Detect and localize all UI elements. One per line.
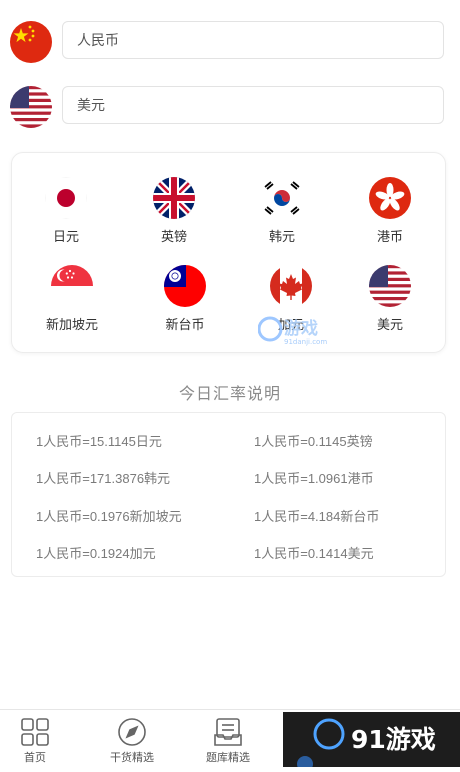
china-flag-icon[interactable] [10, 21, 52, 63]
tab-home[interactable]: 首页 [0, 710, 75, 765]
currency-taiwan[interactable]: 新台币 [145, 265, 225, 333]
rate-item: 1人民币=0.1414美元 [254, 546, 374, 561]
tab-label: 首页 [24, 752, 46, 764]
currency-label: 新台币 [165, 317, 205, 332]
japan-flag-icon [45, 177, 87, 219]
svg-text:游戏: 游戏 [284, 318, 318, 339]
from-currency-row[interactable]: 人民币 [10, 21, 446, 63]
compass-icon [117, 717, 147, 747]
currency-label: 新加坡元 [45, 317, 98, 332]
rates-title: 今日汇率说明 [178, 386, 281, 403]
usa-flag-icon [369, 265, 411, 307]
tab-label: 干货精选 [110, 752, 154, 764]
singapore-flag-icon [51, 265, 93, 307]
currency-hongkong[interactable]: 港币 [350, 177, 430, 245]
to-currency-field[interactable]: 美元 [62, 86, 444, 124]
currency-label: 日元 [52, 229, 79, 244]
inbox-icon [213, 717, 243, 747]
watermark-brand: 91游戏 [351, 725, 436, 754]
svg-text:91danji.com: 91danji.com [284, 338, 327, 346]
currency-label: 韩元 [268, 229, 295, 244]
tab-label: 题库精选 [206, 752, 250, 764]
to-currency-row[interactable]: 美元 [10, 86, 446, 128]
rate-item: 1人民币=0.1145英镑 [254, 434, 373, 449]
currency-uk[interactable]: 英镑 [134, 177, 214, 245]
canada-flag-icon [270, 265, 312, 307]
currency-singapore[interactable]: 新加坡元 [32, 265, 112, 333]
hongkong-flag-icon [369, 177, 411, 219]
watermark-banner: 91游戏 [283, 712, 460, 772]
korea-flag-icon [261, 177, 303, 219]
usa-flag-icon[interactable] [10, 86, 52, 128]
rate-item: 1人民币=0.1976新加坡元 [36, 509, 182, 524]
rate-item: 1人民币=171.3876韩元 [36, 471, 171, 486]
from-currency-field[interactable]: 人民币 [62, 21, 444, 59]
currency-japan[interactable]: 日元 [26, 177, 106, 245]
currency-usa[interactable]: 美元 [350, 265, 430, 333]
tab-featured[interactable]: 干货精选 [92, 710, 172, 765]
uk-flag-icon [153, 177, 195, 219]
currency-label: 港币 [376, 229, 403, 244]
currency-grid: 日元 英镑 韩元 港币 新加坡元 新台币 加元 美元 [11, 152, 446, 353]
currency-label: 美元 [376, 317, 403, 332]
taiwan-flag-icon [164, 265, 206, 307]
currency-label: 英镑 [160, 229, 187, 244]
rate-item: 1人民币=15.1145日元 [36, 434, 162, 449]
rates-list: 1人民币=15.1145日元 1人民币=0.1145英镑 1人民币=171.38… [11, 412, 446, 577]
rate-item: 1人民币=0.1924加元 [36, 546, 156, 561]
rate-item: 1人民币=1.0961港币 [254, 471, 374, 486]
watermark-logo: 游戏 91danji.com [257, 312, 350, 346]
rate-item: 1人民币=4.184新台币 [254, 509, 380, 524]
currency-korea[interactable]: 韩元 [242, 177, 322, 245]
grid-icon [20, 717, 50, 747]
tab-question-bank[interactable]: 题库精选 [188, 710, 268, 765]
